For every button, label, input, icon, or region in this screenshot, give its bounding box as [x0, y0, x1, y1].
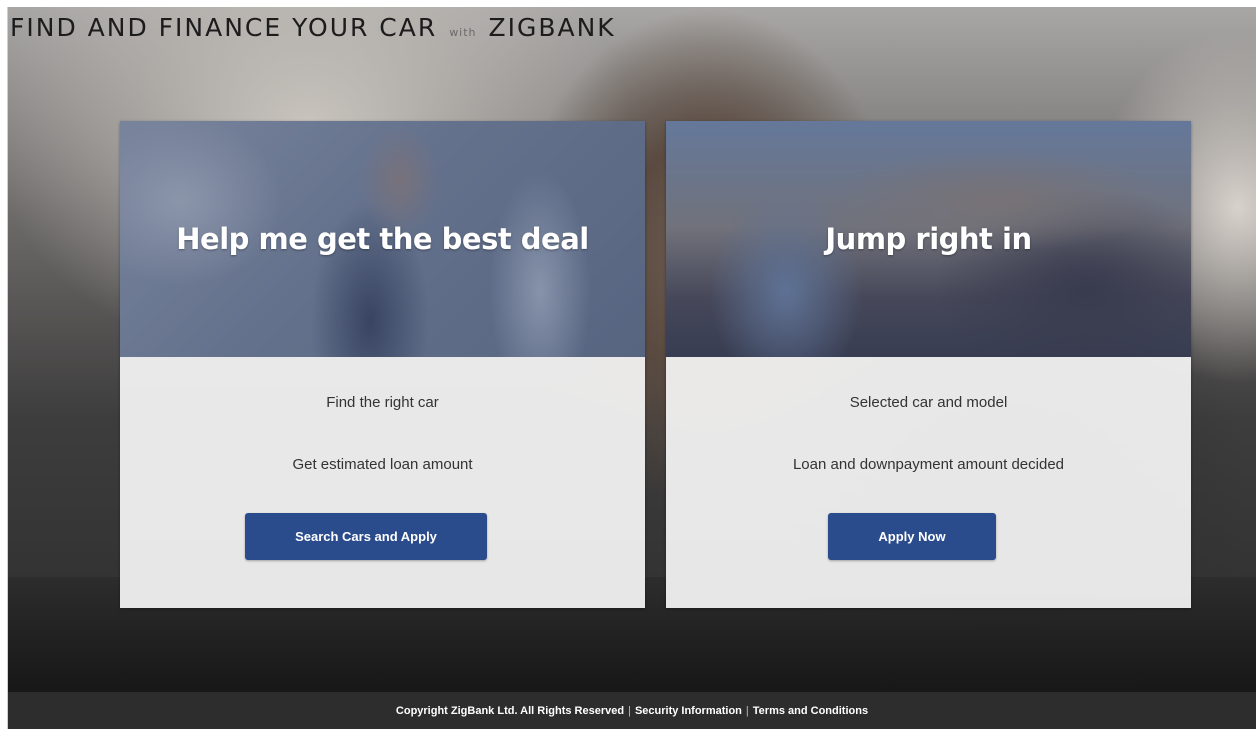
feature-loan-decided: Loan and downpayment amount decided: [792, 456, 1065, 473]
best-deal-body: Find the right car Get estimated loan am…: [120, 357, 645, 608]
jump-right-in-hero-image: Jump right in: [666, 121, 1191, 357]
footer-separator: |: [628, 704, 631, 717]
feature-find-car: Find the right car: [326, 394, 439, 411]
title-with: with: [449, 26, 477, 39]
feature-estimated-loan: Get estimated loan amount: [292, 456, 473, 473]
best-deal-card: Help me get the best deal Find the right…: [120, 121, 645, 608]
page-title: FIND AND FINANCE YOUR CAR with ZIGBANK: [10, 13, 616, 42]
footer-separator: |: [745, 704, 749, 717]
search-cars-apply-button[interactable]: Search Cars and Apply: [245, 513, 487, 560]
best-deal-hero-image: Help me get the best deal: [120, 121, 645, 357]
jump-right-in-card: Jump right in Selected car and model Loa…: [666, 121, 1191, 608]
footer: Copyright ZigBank Ltd. All Rights Reserv…: [8, 692, 1256, 729]
title-main: FIND AND FINANCE YOUR CAR: [10, 13, 438, 42]
terms-conditions-link[interactable]: Terms and Conditions: [753, 705, 868, 717]
title-brand: ZIGBANK: [488, 13, 616, 42]
jump-right-in-heading: Jump right in: [825, 222, 1032, 256]
apply-now-button[interactable]: Apply Now: [828, 513, 996, 560]
security-information-link[interactable]: Security Information: [635, 705, 742, 717]
feature-selected-car: Selected car and model: [849, 394, 1008, 411]
best-deal-heading: Help me get the best deal: [176, 222, 589, 256]
copyright-text: Copyright ZigBank Ltd. All Rights Reserv…: [395, 704, 625, 717]
page-frame: FIND AND FINANCE YOUR CAR with ZIGBANK H…: [7, 7, 1256, 729]
jump-right-in-body: Selected car and model Loan and downpaym…: [666, 357, 1191, 608]
